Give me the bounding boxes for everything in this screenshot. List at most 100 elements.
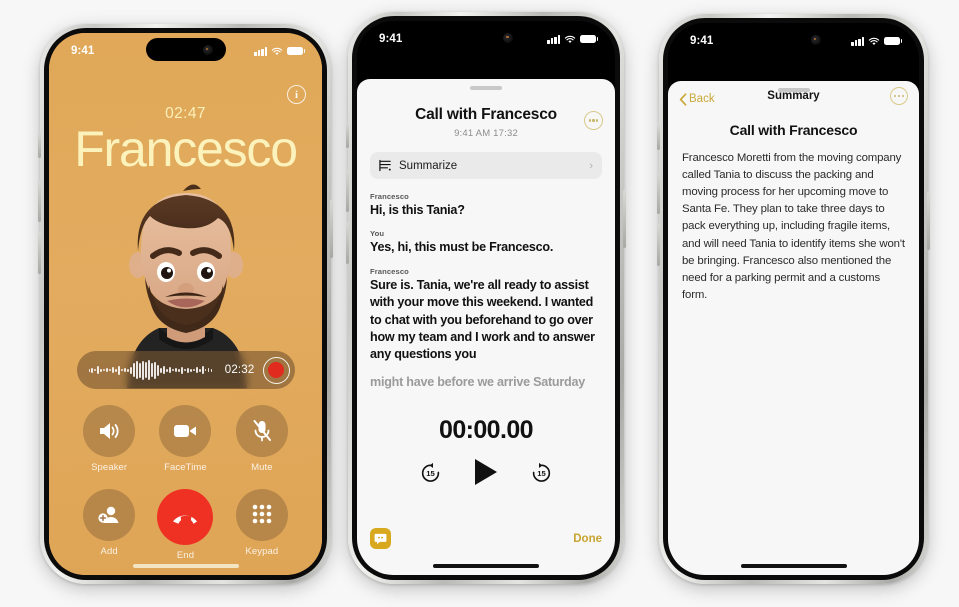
speaker-icon[interactable] <box>83 405 136 457</box>
summarize-row[interactable]: Summarize › <box>370 152 602 179</box>
video-camera-icon[interactable] <box>159 405 212 457</box>
home-indicator[interactable] <box>740 564 847 568</box>
mute-switch[interactable] <box>657 124 660 150</box>
wifi-icon <box>564 35 576 43</box>
status-indicators <box>547 34 599 44</box>
transcript-text-faded: might have before we arrive Saturday <box>370 374 585 389</box>
sheet-grabber[interactable] <box>470 86 502 90</box>
quote-bubble-icon[interactable] <box>370 528 391 549</box>
transcript-footer: Done <box>370 528 602 549</box>
info-circle-icon[interactable]: i <box>287 85 306 104</box>
control-label: Keypad <box>245 546 279 557</box>
transcript-speaker: You <box>370 229 385 239</box>
phone-screen: 9:41 i 02:47 Francesco 02:32 Speaker Fac… <box>49 33 322 575</box>
summary-body: Francesco Moretti from the moving compan… <box>682 152 905 301</box>
recording-bar[interactable]: 02:32 <box>76 351 295 389</box>
power-button[interactable] <box>330 200 333 258</box>
transcript-speaker: Francesco <box>370 266 409 276</box>
recording-elapsed: 02:32 <box>224 364 255 376</box>
front-camera-icon <box>810 34 821 45</box>
transcript-text: Yes, hi, this must be Francesco. <box>370 240 554 255</box>
summary-heading: Call with Francesco <box>729 122 858 138</box>
transcript-text: Sure is. Tania, we're all ready to assis… <box>370 277 595 362</box>
control-facetime[interactable]: FaceTime <box>147 405 223 473</box>
cellular-bars-icon <box>547 34 560 44</box>
chevron-right-icon: › <box>589 159 593 172</box>
ellipsis-circle-icon[interactable] <box>890 87 908 105</box>
battery-icon <box>580 34 599 44</box>
control-end[interactable]: End <box>147 489 223 561</box>
cellular-bars-icon <box>254 46 267 56</box>
phone-screen: 9:41 Back Summary Call with Francesco Fr… <box>668 23 919 575</box>
nav-title: Summary <box>767 90 820 102</box>
transcript-entry: Francesco Hi, is this Tania? <box>370 192 602 219</box>
keypad-grid-icon[interactable] <box>235 489 288 541</box>
control-label: Speaker <box>91 462 128 473</box>
caller-name: Francesco <box>74 121 298 177</box>
phone-screen: 9:41 Call with Francesco 9:41 AM 17:32 S… <box>357 21 615 575</box>
volume-up-button[interactable] <box>346 170 349 212</box>
end-call-icon[interactable] <box>157 489 214 545</box>
control-add[interactable]: Add <box>71 489 147 561</box>
front-camera-icon <box>503 32 513 43</box>
volume-up-button[interactable] <box>657 172 660 214</box>
svg-text:15: 15 <box>426 468 435 477</box>
rewind-15-icon[interactable]: 15 <box>419 461 442 484</box>
microphone-muted-icon[interactable] <box>235 405 288 457</box>
battery-icon <box>884 36 903 46</box>
transcript-entry: Francesco Sure is. Tania, we're all read… <box>370 267 602 391</box>
status-indicators <box>851 36 903 46</box>
front-camera-icon <box>202 44 213 55</box>
power-button[interactable] <box>623 190 626 248</box>
control-keypad[interactable]: Keypad <box>224 489 300 561</box>
mute-switch[interactable] <box>346 122 349 148</box>
dynamic-island <box>446 26 526 49</box>
control-mute[interactable]: Mute <box>224 405 300 473</box>
dynamic-island <box>145 38 226 61</box>
add-person-icon[interactable] <box>83 489 136 541</box>
control-label: FaceTime <box>164 462 207 473</box>
transcript-text: Hi, is this Tania? <box>370 203 465 217</box>
home-indicator[interactable] <box>132 564 239 568</box>
summary-sheet: Back Summary Call with Francesco Frances… <box>668 74 919 575</box>
wifi-icon <box>868 37 880 45</box>
phone-transcript: 9:41 Call with Francesco 9:41 AM 17:32 S… <box>346 12 626 584</box>
volume-down-button[interactable] <box>346 222 349 264</box>
ellipsis-circle-icon[interactable] <box>584 111 603 130</box>
status-time: 9:41 <box>379 33 403 45</box>
volume-down-button[interactable] <box>38 232 41 274</box>
status-indicators <box>254 46 306 56</box>
audio-waveform-icon <box>88 360 217 380</box>
home-indicator[interactable] <box>433 564 539 568</box>
transcript-subtitle: 9:41 AM 17:32 <box>454 128 518 139</box>
record-stop-button[interactable] <box>262 356 290 384</box>
transcript-speaker: Francesco <box>370 192 409 201</box>
control-label: Add <box>100 546 118 557</box>
control-label: Mute <box>251 462 273 473</box>
call-controls: Speaker FaceTime Mute Add End Keypad <box>49 405 322 561</box>
summarize-label: Summarize <box>399 159 458 172</box>
svg-text:15: 15 <box>537 468 546 477</box>
control-label: End <box>176 550 195 561</box>
volume-down-button[interactable] <box>657 224 660 266</box>
play-icon[interactable] <box>475 459 497 485</box>
dynamic-island <box>753 28 834 51</box>
forward-15-icon[interactable]: 15 <box>530 461 553 484</box>
transcript-sheet: Call with Francesco 9:41 AM 17:32 Summar… <box>357 72 615 575</box>
mute-switch[interactable] <box>38 132 41 158</box>
volume-up-button[interactable] <box>38 180 41 222</box>
phone-summary: 9:41 Back Summary Call with Francesco Fr… <box>657 14 930 584</box>
player-timecode: 00:00.00 <box>439 416 534 444</box>
battery-icon <box>287 46 306 56</box>
player-controls: 15 15 <box>357 459 615 485</box>
transcript-entry: You Yes, hi, this must be Francesco. <box>370 229 602 256</box>
summary-nav-bar: Back Summary <box>668 81 919 109</box>
control-speaker[interactable]: Speaker <box>71 405 147 473</box>
phone-in-call: 9:41 i 02:47 Francesco 02:32 Speaker Fac… <box>38 24 333 584</box>
status-time: 9:41 <box>690 35 714 47</box>
done-button[interactable]: Done <box>573 533 602 545</box>
screenshot-stage: 9:41 i 02:47 Francesco 02:32 Speaker Fac… <box>0 0 959 607</box>
power-button[interactable] <box>927 192 930 250</box>
text-lines-icon <box>379 159 391 172</box>
transcript-list: Francesco Hi, is this Tania? You Yes, hi… <box>357 179 615 391</box>
